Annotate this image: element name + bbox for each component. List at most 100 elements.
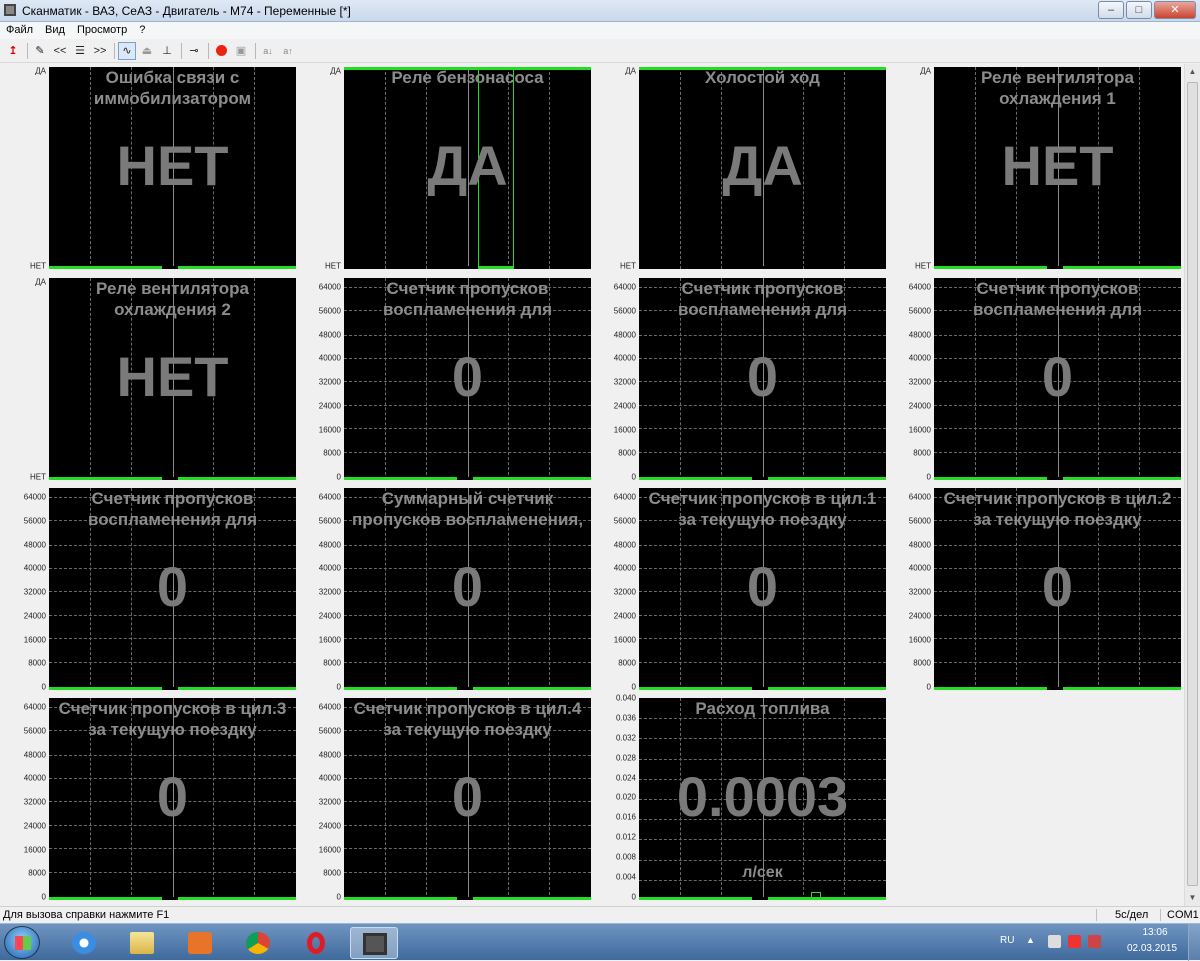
forward-button[interactable]: >> — [91, 42, 109, 60]
y-tick-label: 64000 — [23, 702, 46, 712]
time-cursor — [457, 897, 473, 900]
panel-value: 0 — [451, 765, 484, 828]
y-tick-label: 24000 — [23, 611, 46, 621]
graph-panel[interactable]: 64000 56000 48000 40000 32000 24000 16000 8000 0… — [295, 275, 591, 483]
action-center-icon[interactable] — [1068, 935, 1081, 948]
graph-panel[interactable]: ДА НЕТ Холостой ход ДА — [590, 64, 886, 272]
clock-time[interactable]: 13:06 — [1130, 927, 1180, 938]
graph-panel[interactable]: 64000 56000 48000 40000 32000 24000 16000 8000 0… — [590, 485, 886, 693]
y-tick-label: 64000 — [318, 492, 341, 502]
y-tick-label: 0.004 — [615, 872, 636, 882]
menu-preview[interactable]: Просмотр — [71, 22, 133, 39]
graph-panel[interactable]: 64000 56000 48000 40000 32000 24000 16000 8000 0… — [295, 485, 591, 693]
taskbar-ie[interactable] — [60, 927, 108, 959]
grid-line-horizontal — [639, 758, 886, 760]
record-button[interactable] — [212, 42, 230, 60]
graph-panel[interactable]: 64000 56000 48000 40000 32000 24000 16000 8000 0… — [590, 275, 886, 483]
rewind-button[interactable]: << — [51, 42, 69, 60]
taskbar-media[interactable] — [176, 927, 224, 959]
graph-plot-area[interactable]: Счетчик пропусков воспламенения для 0 — [934, 278, 1181, 480]
upload-icon[interactable]: ⏏ — [138, 42, 156, 60]
time-cursor — [752, 477, 768, 480]
scroll-up-icon[interactable]: ▲ — [1185, 64, 1200, 80]
y-tick-label: 64000 — [613, 492, 636, 502]
graph-panel[interactable]: ДА НЕТ Реле вентилятора охлаждения 2 НЕТ — [0, 275, 296, 483]
network-icon[interactable] — [1088, 935, 1101, 948]
y-tick-label: 0.016 — [615, 812, 636, 822]
menu-view[interactable]: Вид — [39, 22, 71, 39]
graph-plot-area[interactable]: Реле бензонасоса ДА — [344, 67, 591, 269]
graph-panel[interactable]: 64000 56000 48000 40000 32000 24000 16000 8000 0… — [0, 485, 296, 693]
scroll-thumb[interactable] — [1187, 82, 1198, 886]
graph-plot-area[interactable]: Счетчик пропусков воспламенения для 0 — [49, 488, 296, 690]
graph-panel[interactable]: 64000 56000 48000 40000 32000 24000 16000 8000 0… — [0, 695, 296, 903]
panel-title: Счетчик пропусков в цил.1 за текущую пое… — [648, 489, 877, 529]
graph-plot-area[interactable]: Холостой ход ДА — [639, 67, 886, 269]
arrow-up-icon[interactable]: ↥ — [4, 42, 22, 60]
graph-plot-area[interactable]: Счетчик пропусков в цил.3 за текущую пое… — [49, 698, 296, 900]
graph-plot-area[interactable]: Счетчик пропусков в цил.1 за текущую пое… — [639, 488, 886, 690]
graph-plot-area[interactable]: Счетчик пропусков в цил.2 за текущую пое… — [934, 488, 1181, 690]
y-tick-label: 8000 — [323, 868, 341, 878]
y-tick-label: 16000 — [613, 635, 636, 644]
graph-plot-area[interactable]: Счетчик пропусков воспламенения для 0 — [639, 278, 886, 480]
graph-panel[interactable]: 0.040 0.036 0.032 0.028 0.024 0.020 0.016 0.012… — [590, 694, 886, 903]
taskbar-chrome[interactable] — [234, 927, 282, 959]
graph-panel[interactable]: 64000 56000 48000 40000 32000 24000 16000 8000 0… — [885, 275, 1181, 483]
graph-plot-area[interactable]: Суммарный счетчик пропусков воспламенени… — [344, 488, 591, 690]
window-titlebar: Сканматик - ВАЗ, СеАЗ - Двигатель - М74 … — [0, 0, 1200, 22]
y-tick-label: 24000 — [908, 401, 931, 411]
y-tick-label: 0 — [41, 892, 46, 902]
grid-line-horizontal — [934, 334, 1181, 336]
y-tick-label: 16000 — [318, 425, 341, 434]
vertical-scrollbar[interactable]: ▲ ▼ — [1184, 64, 1200, 906]
y-tick-label: НЕТ — [30, 261, 46, 271]
minimize-button[interactable]: – — [1098, 1, 1124, 19]
graph-panel[interactable]: 64000 56000 48000 40000 32000 24000 16000 8000 0… — [295, 695, 591, 903]
graph-plot-area[interactable]: Счетчик пропусков воспламенения для 0 — [344, 278, 591, 480]
close-button[interactable]: ✕ — [1154, 1, 1196, 19]
save-icon[interactable]: ▣ — [232, 42, 250, 60]
graph-plot-area[interactable]: Счетчик пропусков в цил.4 за текущую пое… — [344, 698, 591, 900]
taskbar-opera[interactable] — [292, 927, 340, 959]
graph-panel[interactable]: ДА НЕТ Реле вентилятора охлаждения 1 НЕТ — [885, 64, 1181, 272]
sort-down-button[interactable]: a↓ — [259, 42, 277, 60]
taskbar-scanmatik[interactable] — [350, 927, 398, 959]
taskbar-explorer[interactable] — [118, 927, 166, 959]
download-icon[interactable]: ⊥ — [158, 42, 176, 60]
y-tick-label: 32000 — [318, 797, 341, 807]
y-tick-label: 56000 — [23, 516, 46, 526]
graph-panel[interactable]: ДА НЕТ Ошибка связи с иммобилизатором НЕТ — [0, 64, 296, 272]
graph-icon[interactable]: ∿ — [118, 41, 136, 60]
menu-help[interactable]: ? — [133, 22, 151, 39]
start-button[interactable] — [4, 926, 40, 959]
signal-trace — [478, 266, 514, 269]
y-tick-label: ДА — [330, 66, 341, 76]
list-icon[interactable]: ☰ — [71, 42, 89, 60]
graph-panel[interactable]: ДА НЕТ Реле бензонасоса ДА — [295, 64, 591, 272]
panel-value: 0 — [1041, 555, 1074, 618]
signal-icon[interactable]: ⊸ — [185, 42, 203, 60]
edit-icon[interactable]: ✎ — [31, 42, 49, 60]
clock-date[interactable]: 02.03.2015 — [1122, 943, 1182, 954]
y-tick-label: 32000 — [318, 377, 341, 387]
graph-panel[interactable]: 64000 56000 48000 40000 32000 24000 16000 8000 0… — [885, 485, 1181, 693]
maximize-button[interactable]: □ — [1126, 1, 1152, 19]
y-tick-label: 16000 — [908, 635, 931, 644]
graph-plot-area[interactable]: Ошибка связи с иммобилизатором НЕТ — [49, 67, 296, 269]
scroll-down-icon[interactable]: ▼ — [1185, 890, 1200, 906]
show-desktop-button[interactable] — [1188, 924, 1200, 961]
sort-up-button[interactable]: a↑ — [279, 42, 297, 60]
volume-muted-icon[interactable] — [1048, 935, 1061, 948]
time-cursor — [752, 897, 768, 900]
y-tick-label: ДА — [625, 66, 636, 76]
time-cursor — [457, 687, 473, 690]
graph-plot-area[interactable]: Расход топлива 0.0003 л/сек — [639, 698, 886, 900]
y-tick-label: 40000 — [318, 353, 341, 363]
time-cursor — [162, 687, 178, 690]
menu-file[interactable]: Файл — [0, 22, 39, 39]
graph-plot-area[interactable]: Реле вентилятора охлаждения 2 НЕТ — [49, 278, 296, 480]
tray-expand-icon[interactable]: ▲ — [1026, 935, 1035, 945]
graph-plot-area[interactable]: Реле вентилятора охлаждения 1 НЕТ — [934, 67, 1181, 269]
language-indicator[interactable]: RU — [1000, 935, 1014, 946]
